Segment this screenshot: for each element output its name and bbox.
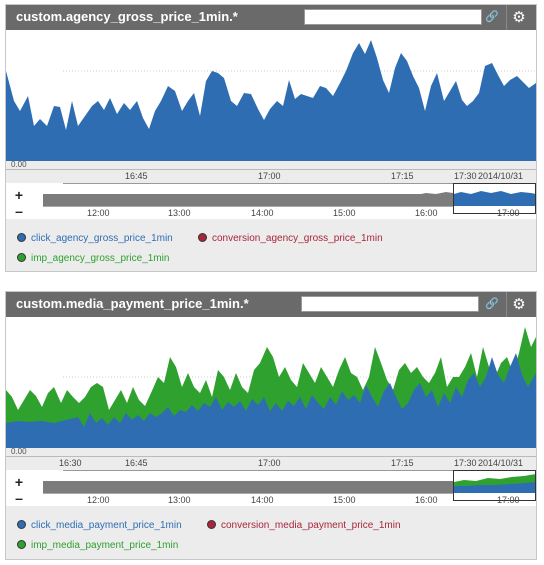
date-label: 2014/10/31 <box>478 171 524 181</box>
series-click-area <box>6 40 536 161</box>
panel-title: custom.agency_gross_price_1min.* <box>16 9 238 24</box>
graph-panel-agency-gross-price: custom.agency_gross_price_1min.* 🔗 ⚙ 0.0… <box>5 4 537 272</box>
time-navigator[interactable]: + – 12:00 13:00 14:00 15:00 16:00 17:00 <box>6 470 536 506</box>
legend-item-click[interactable]: click_media_payment_price_1min <box>17 520 182 531</box>
nav-tick-label: 16:00 <box>415 495 438 505</box>
nav-tick-label: 14:00 <box>251 495 274 505</box>
legend-dot-icon <box>17 540 26 549</box>
link-icon[interactable]: 🔗 <box>483 9 501 26</box>
x-axis: 16:45 17:00 17:15 17:30 2014/10/31 <box>6 169 536 184</box>
legend-dot-icon <box>17 233 26 242</box>
panel-title: custom.media_payment_price_1min.* <box>16 296 249 311</box>
nav-tick-label: 12:00 <box>87 208 110 218</box>
legend-item-conversion[interactable]: conversion_agency_gross_price_1min <box>198 233 383 244</box>
chart-area[interactable]: 0.00 <box>6 30 536 169</box>
metric-filter-input[interactable] <box>304 9 482 25</box>
panel-header: custom.media_payment_price_1min.* 🔗 ⚙ <box>6 292 536 317</box>
legend-label: click_media_payment_price_1min <box>31 520 182 531</box>
chart-svg <box>6 327 536 448</box>
legend-item-imp[interactable]: imp_media_payment_price_1min <box>17 540 178 551</box>
legend-item-imp[interactable]: imp_agency_gross_price_1min <box>17 253 169 264</box>
x-tick-label: 17:30 <box>454 171 477 181</box>
legend: click_agency_gross_price_1min conversion… <box>6 225 536 269</box>
x-tick-label: 16:45 <box>125 171 148 181</box>
nav-tick-label: 12:00 <box>87 495 110 505</box>
legend-label: conversion_media_payment_price_1min <box>221 520 401 531</box>
legend-dot-icon <box>17 520 26 529</box>
x-tick-label: 16:30 <box>59 458 82 468</box>
nav-tick-label: 13:00 <box>168 495 191 505</box>
navigator-history-band <box>43 481 453 493</box>
graph-panel-media-payment-price: custom.media_payment_price_1min.* 🔗 ⚙ 0.… <box>5 291 537 560</box>
legend: click_media_payment_price_1min conversio… <box>6 512 536 556</box>
navigator-history-band <box>43 194 453 206</box>
x-tick-label: 17:30 <box>454 458 477 468</box>
panel-header: custom.agency_gross_price_1min.* 🔗 ⚙ <box>6 5 536 30</box>
x-tick-label: 17:00 <box>258 458 281 468</box>
legend-dot-icon <box>207 520 216 529</box>
nav-tick-label: 15:00 <box>333 495 356 505</box>
x-tick-label: 17:00 <box>258 171 281 181</box>
nav-tick-label: 17:00 <box>497 208 520 218</box>
chart-area[interactable]: 0.00 <box>6 317 536 456</box>
nav-tick-label: 13:00 <box>168 208 191 218</box>
date-label: 2014/10/31 <box>478 458 524 468</box>
x-tick-label: 17:15 <box>391 171 414 181</box>
link-icon[interactable]: 🔗 <box>483 296 501 313</box>
legend-label: click_agency_gross_price_1min <box>31 233 173 244</box>
metric-filter-input[interactable] <box>301 296 479 312</box>
legend-label: imp_agency_gross_price_1min <box>31 253 170 264</box>
gear-icon[interactable]: ⚙ <box>509 8 529 27</box>
header-divider <box>506 5 507 30</box>
nav-tick-label: 16:00 <box>415 208 438 218</box>
y-axis-label: 0.00 <box>11 160 27 169</box>
nav-tick-label: 15:00 <box>333 208 356 218</box>
x-axis: 16:30 16:45 17:00 17:15 17:30 2014/10/31 <box>6 456 536 471</box>
navigator-history-spike <box>401 481 453 493</box>
gear-icon[interactable]: ⚙ <box>509 295 529 314</box>
legend-item-conversion[interactable]: conversion_media_payment_price_1min <box>207 520 401 531</box>
legend-dot-icon <box>17 253 26 262</box>
chart-svg <box>6 40 536 161</box>
time-navigator[interactable]: + – 12:00 13:00 14:00 15:00 16:00 17:00 <box>6 183 536 219</box>
legend-label: conversion_agency_gross_price_1min <box>212 233 383 244</box>
y-axis-label: 0.00 <box>11 447 27 456</box>
nav-tick-label: 17:00 <box>497 495 520 505</box>
legend-dot-icon <box>198 233 207 242</box>
nav-tick-label: 14:00 <box>251 208 274 218</box>
x-tick-label: 17:15 <box>391 458 414 468</box>
x-tick-label: 16:45 <box>125 458 148 468</box>
legend-label: imp_media_payment_price_1min <box>31 540 179 551</box>
header-divider <box>506 292 507 317</box>
navigator-selection-series <box>454 191 536 206</box>
legend-item-click[interactable]: click_agency_gross_price_1min <box>17 233 173 244</box>
